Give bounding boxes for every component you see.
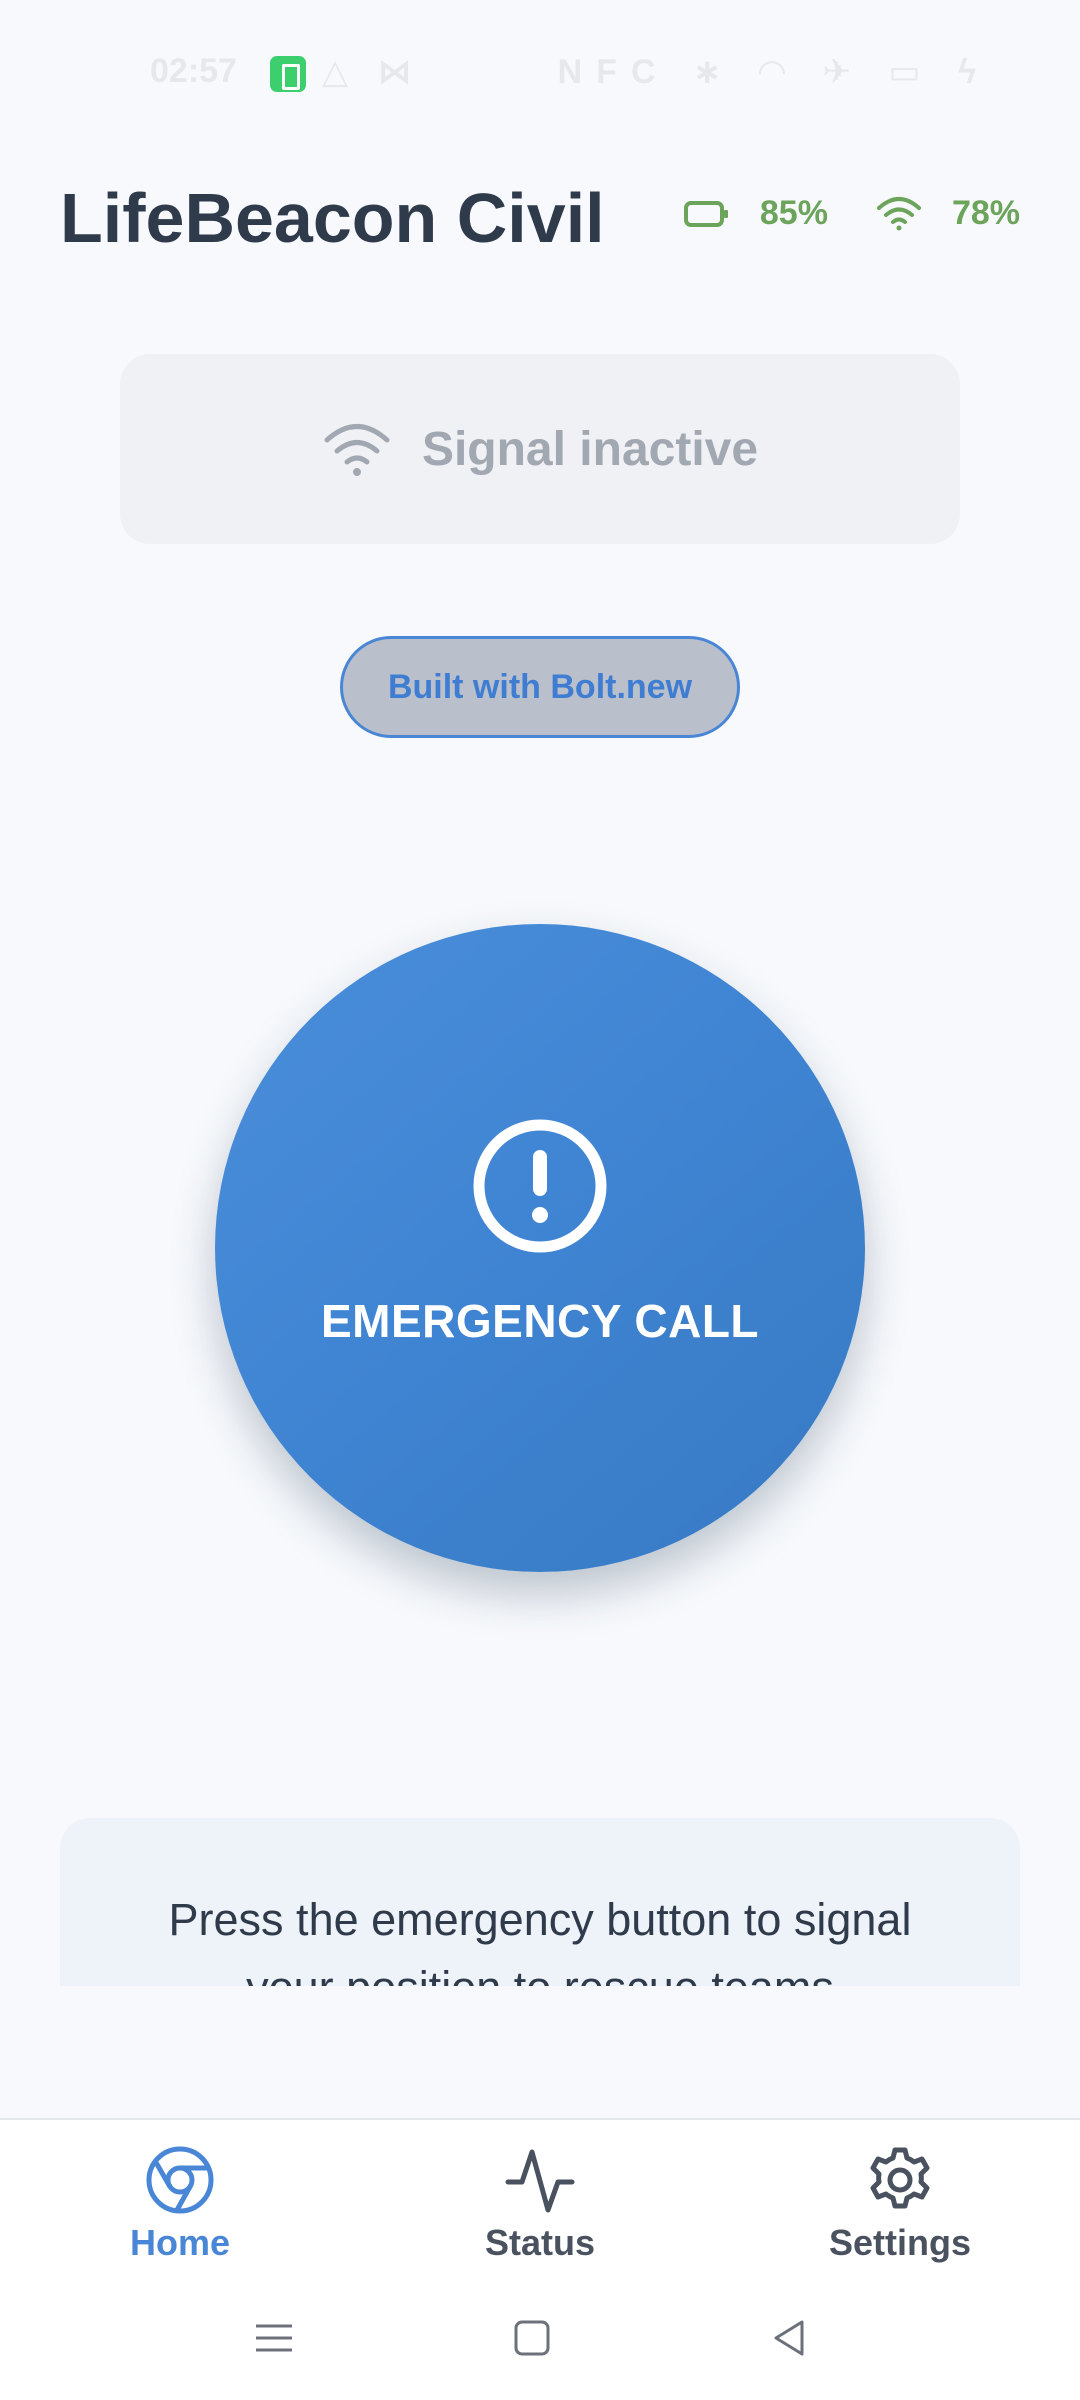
nav-status-label: Status xyxy=(484,2222,596,2263)
activity-icon xyxy=(505,2149,575,2213)
nav-home[interactable]: Home xyxy=(0,2120,360,2278)
nav-status[interactable]: Status xyxy=(360,2120,720,2278)
bottom-nav: Home Status Settings xyxy=(0,2118,1080,2278)
chrome-icon xyxy=(146,2146,214,2214)
app-title: LifeBeacon Civil xyxy=(60,179,605,257)
built-with-bolt-button[interactable]: Built with Bolt.new xyxy=(340,636,740,738)
wifi-icon xyxy=(324,424,390,476)
instruction-text: Press the emergency button to signal you… xyxy=(168,1894,912,1986)
system-status-icons: NFC ∗ ◠ ✈ ▭ ϟ xyxy=(557,53,990,91)
signal-stat: 78% xyxy=(876,194,1020,233)
nav-settings-label: Settings xyxy=(828,2222,971,2263)
header-stats: 85% 78% xyxy=(636,194,1020,233)
gear-icon xyxy=(870,2147,930,2209)
system-nav-bar xyxy=(0,2278,1080,2400)
signal-status-label: Signal inactive xyxy=(421,422,759,476)
signal-percent: 78% xyxy=(951,194,1020,232)
battery-stat: 85% xyxy=(683,194,828,233)
notification-icons: △ ⋈ xyxy=(322,53,422,91)
wifi-icon xyxy=(876,196,921,230)
status-bar: 02:57 △ ⋈ NFC ∗ ◠ ✈ ▭ ϟ xyxy=(0,0,1080,140)
nav-home-label: Home xyxy=(129,2222,231,2263)
emergency-call-button[interactable]: EMERGENCY CALL xyxy=(215,924,865,1572)
battery-percent: 85% xyxy=(759,194,828,232)
alert-circle-icon xyxy=(473,1119,607,1253)
battery-icon xyxy=(683,200,728,227)
menu-icon[interactable] xyxy=(244,2308,304,2368)
emergency-call-label: EMERGENCY CALL xyxy=(320,1295,760,1347)
instruction-card: Press the emergency button to signal you… xyxy=(60,1818,1020,1986)
back-icon[interactable] xyxy=(760,2308,820,2368)
charging-icon xyxy=(270,56,306,92)
status-time: 02:57 xyxy=(150,52,237,90)
nav-settings[interactable]: Settings xyxy=(720,2120,1080,2278)
home-square-icon[interactable] xyxy=(502,2308,562,2368)
signal-status-card: Signal inactive xyxy=(120,354,960,544)
